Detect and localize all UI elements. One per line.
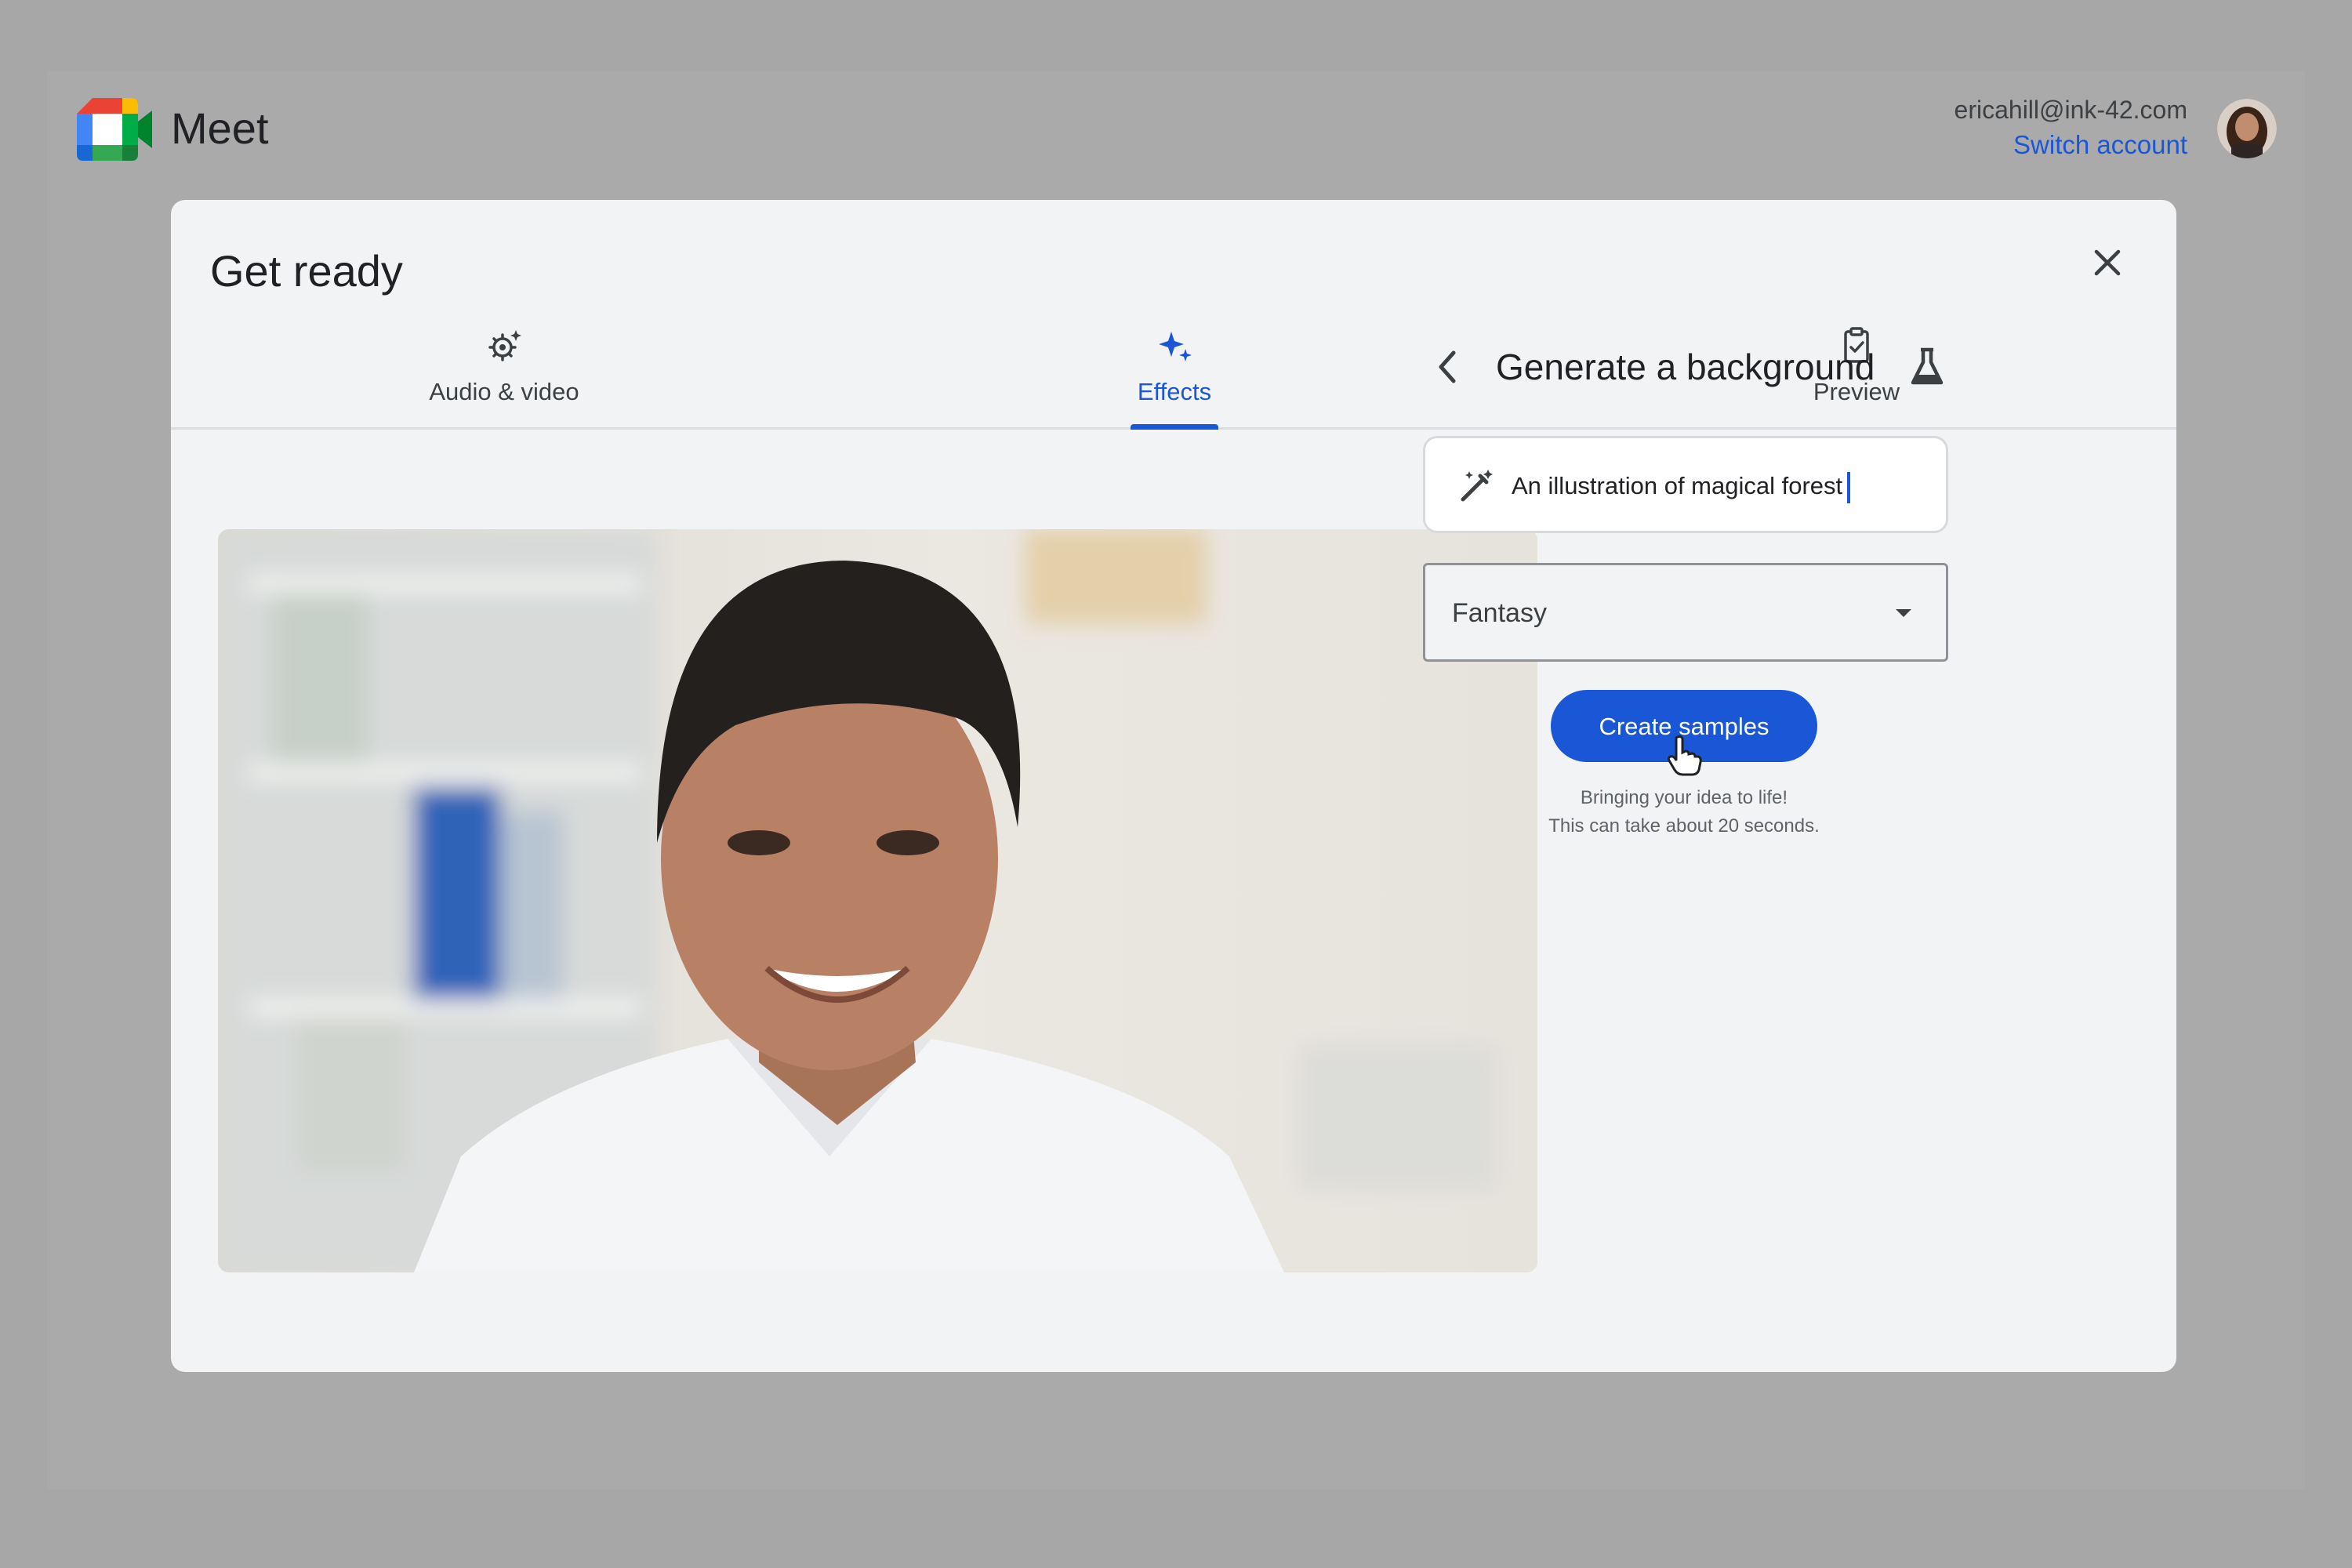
dialog-title: Get ready: [210, 246, 403, 296]
panel-title: Generate a background: [1496, 347, 1875, 387]
app-name: Meet: [171, 103, 269, 153]
tab-audio-video[interactable]: Audio & video: [414, 325, 594, 427]
gear-sparkle-icon: [488, 330, 521, 361]
close-icon[interactable]: [2084, 239, 2131, 286]
labs-flask-icon: [1911, 347, 1944, 385]
tab-effects[interactable]: Effects: [1127, 325, 1221, 430]
meet-logo-icon: [77, 98, 152, 161]
account-info: ericahill@ink-42.com Switch account: [1955, 93, 2187, 163]
panel-header: Generate a background: [1425, 336, 1958, 398]
style-selected-value: Fantasy: [1452, 598, 1547, 628]
text-cursor: [1847, 471, 1851, 503]
tab-label: Effects: [1137, 378, 1212, 405]
magic-wand-icon: [1461, 470, 1493, 502]
switch-account-link[interactable]: Switch account: [1955, 127, 2187, 163]
dropdown-arrow-icon: [1896, 609, 1911, 617]
avatar[interactable]: [2217, 99, 2277, 158]
progress-hint: Bringing your idea to life! This can tak…: [1441, 784, 1927, 840]
back-arrow-icon[interactable]: [1425, 343, 1472, 390]
hint-line-2: This can take about 20 seconds.: [1548, 815, 1820, 837]
tab-label: Audio & video: [429, 378, 579, 405]
account-email: ericahill@ink-42.com: [1954, 96, 2187, 124]
hint-line-1: Bringing your idea to life!: [1580, 787, 1788, 808]
prompt-value: An illustration of magical forest: [1512, 472, 1843, 499]
camera-preview: [218, 529, 1537, 1272]
sparkle-icon: [1159, 332, 1192, 361]
style-dropdown[interactable]: Fantasy: [1423, 563, 1948, 662]
prompt-input[interactable]: An illustration of magical forest: [1423, 436, 1948, 533]
top-bar: Meet ericahill@ink-42.com Switch account: [0, 0, 2352, 196]
get-ready-dialog: Get ready Audio & video Effects Preview …: [171, 200, 2176, 1372]
prompt-text-wrap: An illustration of magical forest: [1512, 468, 1851, 504]
pointer-hand-icon: [1667, 735, 1702, 776]
